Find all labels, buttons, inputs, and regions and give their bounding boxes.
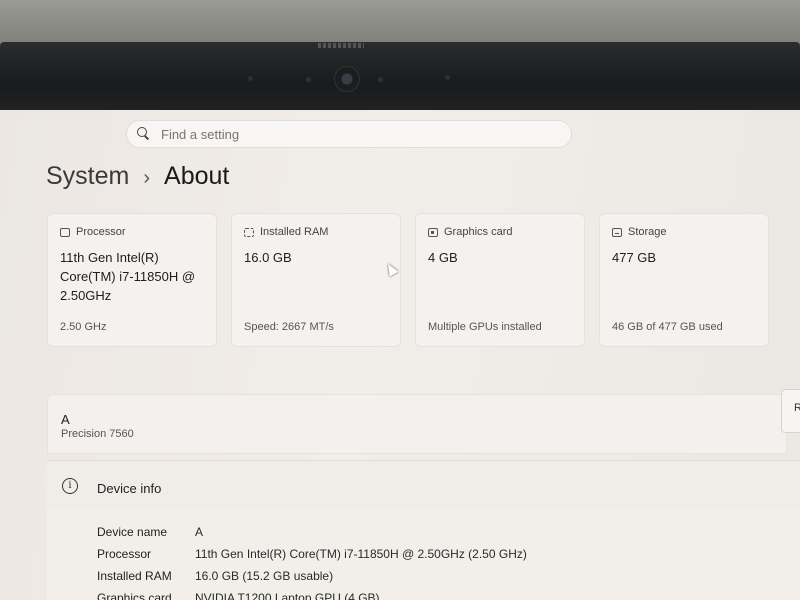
- spec-value: NVIDIA T1200 Laptop GPU (4 GB): [195, 591, 380, 600]
- spec-value: A: [195, 525, 204, 539]
- ir-sensor-icon: [445, 75, 450, 80]
- spec-label: Installed RAM: [97, 569, 172, 583]
- device-name: A: [61, 412, 70, 427]
- spec-row: Device name A: [97, 525, 203, 539]
- card-value: 4 GB: [428, 250, 458, 265]
- spec-row: Installed RAM 16.0 GB (15.2 GB usable): [97, 569, 333, 583]
- background-wall: [0, 0, 800, 46]
- laptop-bezel: [0, 42, 800, 112]
- breadcrumb-system-link[interactable]: System: [46, 162, 129, 191]
- card-subtext: 2.50 GHz: [60, 321, 107, 333]
- card-header: Installed RAM: [244, 226, 328, 238]
- processor-card[interactable]: Processor 11th Gen Intel(R) Core(TM) i7-…: [47, 213, 217, 347]
- info-icon: i: [62, 478, 78, 494]
- device-info-header[interactable]: i Device info: [47, 460, 800, 508]
- webcam-icon: [334, 66, 360, 92]
- card-subtext: Multiple GPUs installed: [428, 321, 542, 333]
- spec-label: Device name: [97, 525, 168, 539]
- device-model: Precision 7560: [61, 428, 134, 440]
- spec-label: Processor: [97, 547, 152, 561]
- spec-row: Processor 11th Gen Intel(R) Core(TM) i7-…: [97, 547, 527, 561]
- card-header: Graphics card: [428, 226, 512, 238]
- graphics-card-icon: [428, 227, 438, 237]
- rename-pc-button[interactable]: R: [781, 389, 800, 433]
- card-subtext: Speed: 2667 MT/s: [244, 321, 334, 333]
- section-title: Device info: [97, 481, 162, 496]
- spec-label: Graphics card: [97, 591, 172, 600]
- card-label: Processor: [76, 226, 126, 238]
- spec-value: 16.0 GB (15.2 GB usable): [195, 569, 334, 583]
- storage-icon: [612, 227, 622, 237]
- page-title: About: [164, 162, 230, 190]
- search-icon: [137, 127, 151, 141]
- spec-row: Graphics card NVIDIA T1200 Laptop GPU (4…: [97, 591, 380, 600]
- card-header: Processor: [60, 226, 126, 238]
- graphics-card-card[interactable]: Graphics card 4 GB Multiple GPUs install…: [415, 213, 585, 347]
- spec-value: 11th Gen Intel(R) Core(TM) i7-11850H @ 2…: [195, 547, 527, 561]
- search-input[interactable]: [161, 126, 541, 142]
- card-value: 16.0 GB: [244, 250, 292, 265]
- bezel-grille: [318, 43, 364, 48]
- ir-sensor-icon: [248, 76, 253, 81]
- card-subtext: 46 GB of 477 GB used: [612, 321, 723, 333]
- card-label: Installed RAM: [260, 226, 329, 238]
- chevron-right-icon: ›: [143, 167, 151, 189]
- card-label: Storage: [628, 226, 667, 238]
- device-name-card: A Precision 7560: [47, 394, 787, 454]
- settings-window: System › About Processor 11th Gen Intel(…: [0, 110, 800, 600]
- card-value: 477 GB: [612, 250, 657, 265]
- card-header: Storage: [612, 226, 667, 238]
- card-label: Graphics card: [444, 226, 513, 238]
- breadcrumb: System › About: [46, 162, 229, 191]
- ir-sensor-icon: [306, 77, 311, 82]
- device-specs: Device name A Processor 11th Gen Intel(R…: [47, 508, 800, 600]
- search-box[interactable]: [126, 120, 572, 148]
- storage-card[interactable]: Storage 477 GB 46 GB of 477 GB used: [599, 213, 769, 347]
- card-value: 11th Gen Intel(R) Core(TM) i7-11850H @ 2…: [60, 250, 196, 303]
- ram-icon: [244, 227, 254, 237]
- processor-icon: [60, 227, 70, 237]
- ram-card[interactable]: Installed RAM 16.0 GB Speed: 2667 MT/s: [231, 213, 401, 347]
- ir-sensor-icon: [378, 77, 383, 82]
